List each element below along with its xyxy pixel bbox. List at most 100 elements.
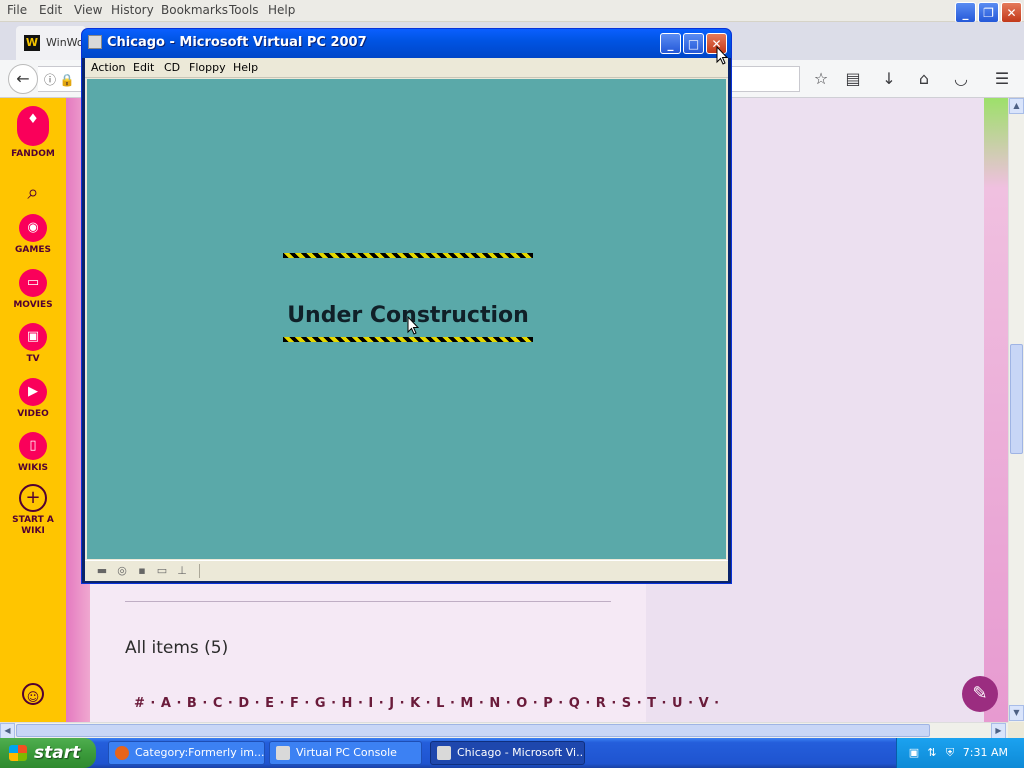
- network-icon[interactable]: ⊥: [175, 564, 189, 578]
- scroll-right-icon[interactable]: ▶: [991, 723, 1006, 739]
- taskbar-label-chicago: Chicago - Microsoft Vi...: [457, 746, 585, 759]
- firefox-menubar: File Edit View History Bookmarks Tools H…: [0, 0, 1024, 23]
- alphabet-index[interactable]: # · A · B · C · D · E · F · G · H · I · …: [134, 696, 720, 711]
- clock: 7:31 AM: [962, 746, 1008, 759]
- shared-folder-icon[interactable]: ▭: [155, 564, 169, 578]
- gamepad-icon: ◉: [19, 214, 47, 242]
- user-account-button[interactable]: ☺: [0, 683, 66, 705]
- fandom-brand-label: FANDOM: [11, 149, 55, 159]
- vm-cursor-icon: [407, 316, 419, 335]
- clapperboard-icon: ▭: [19, 269, 47, 297]
- close-icon[interactable]: ✕: [1001, 2, 1022, 23]
- cd-drive-icon[interactable]: ◎: [115, 564, 129, 578]
- rail-label-movies: MOVIES: [13, 300, 53, 310]
- reading-list-icon[interactable]: ▤: [843, 69, 863, 89]
- taskbar-label-firefox: Category:Formerly im...: [135, 746, 265, 759]
- vpc-menubar: Action Edit CD Floppy Help: [85, 58, 728, 78]
- rail-item-games[interactable]: ◉ GAMES: [0, 214, 66, 256]
- user-icon: ☺: [22, 683, 44, 705]
- scroll-corner: [1008, 722, 1024, 738]
- rail-item-tv[interactable]: ▣ TV: [0, 323, 66, 365]
- status-separator: [199, 564, 200, 578]
- start-a-wiki-label: START A WIKI: [12, 515, 54, 536]
- plus-icon: +: [19, 484, 47, 512]
- vpc-menu-help[interactable]: Help: [233, 61, 258, 74]
- rail-item-wikis[interactable]: ▯ WIKIS: [0, 432, 66, 474]
- menu-tools[interactable]: Tools: [229, 3, 259, 17]
- scroll-left-icon[interactable]: ◀: [0, 723, 15, 739]
- all-items-heading: All items (5): [125, 638, 229, 658]
- fandom-logo[interactable]: ♦ FANDOM: [0, 106, 66, 160]
- vpc-window-icon: [88, 35, 102, 49]
- wiki-favicon-icon: W: [24, 35, 40, 51]
- flame-icon: ♦: [17, 106, 49, 146]
- system-tray: ▣ ⇅ ⛨ 7:31 AM: [896, 738, 1024, 768]
- security-shield-icon[interactable]: ⛨: [943, 746, 957, 760]
- chicago-vm-icon: [437, 746, 451, 760]
- divider: [125, 601, 611, 602]
- tv-icon: ▣: [19, 323, 47, 351]
- vertical-scroll-thumb[interactable]: [1010, 344, 1023, 454]
- horizontal-scrollbar[interactable]: ◀ ▶: [0, 722, 1008, 739]
- horizontal-scroll-thumb[interactable]: [16, 724, 930, 737]
- rail-label-games: GAMES: [15, 245, 51, 255]
- tab-label: WinWo: [46, 36, 84, 49]
- scroll-down-icon[interactable]: ▼: [1009, 705, 1024, 721]
- pocket-icon[interactable]: ◡: [951, 69, 971, 89]
- vpc-menu-floppy[interactable]: Floppy: [189, 61, 226, 74]
- vertical-scrollbar[interactable]: ▲ ▼: [1008, 98, 1024, 722]
- taskbar-item-vpc-console[interactable]: Virtual PC Console: [269, 741, 422, 765]
- menu-help[interactable]: Help: [268, 3, 295, 17]
- info-icon[interactable]: ⓘ 🔒: [44, 71, 75, 88]
- wrench-tools-button[interactable]: ✎: [962, 676, 998, 712]
- menu-history[interactable]: History: [111, 3, 154, 17]
- taskbar: start Category:Formerly im... Virtual PC…: [0, 738, 1024, 768]
- vpc-menu-cd[interactable]: CD: [164, 61, 180, 74]
- mouse-cursor-icon: [716, 46, 728, 65]
- download-icon[interactable]: ↓: [879, 69, 899, 89]
- vpc-minimize-icon[interactable]: _: [660, 33, 681, 54]
- menu-edit[interactable]: Edit: [39, 3, 62, 17]
- taskbar-label-vpc-console: Virtual PC Console: [296, 746, 397, 759]
- vpc-maximize-icon[interactable]: □: [683, 33, 704, 54]
- browser-tab[interactable]: W WinWo: [16, 26, 86, 60]
- hard-disk-icon[interactable]: ▬: [95, 564, 109, 578]
- rail-item-movies[interactable]: ▭ MOVIES: [0, 269, 66, 311]
- start-button[interactable]: start: [0, 738, 96, 768]
- rail-item-video[interactable]: ▶ VIDEO: [0, 378, 66, 420]
- taskbar-item-chicago[interactable]: Chicago - Microsoft Vi...: [430, 741, 585, 765]
- start-a-wiki-button[interactable]: + START A WIKI: [0, 484, 66, 537]
- scroll-up-icon[interactable]: ▲: [1009, 98, 1024, 114]
- search-button[interactable]: ⌕: [0, 178, 66, 206]
- network-tray-icon[interactable]: ⇅: [925, 746, 939, 760]
- virtual-pc-window: Chicago - Microsoft Virtual PC 2007 _ □ …: [81, 28, 732, 584]
- firefox-icon: [115, 746, 129, 760]
- rail-label-tv: TV: [26, 354, 40, 364]
- hazard-stripe-bottom: [283, 337, 533, 342]
- vpc-menu-action[interactable]: Action: [91, 61, 125, 74]
- search-icon: ⌕: [27, 180, 39, 204]
- book-icon: ▯: [19, 432, 47, 460]
- vpc-menu-edit[interactable]: Edit: [133, 61, 154, 74]
- firefox-window-controls: _ ❐ ✕: [955, 2, 1022, 23]
- menu-view[interactable]: View: [74, 3, 102, 17]
- home-icon[interactable]: ⌂: [914, 69, 934, 89]
- play-icon: ▶: [19, 378, 47, 406]
- restore-icon[interactable]: ❐: [978, 2, 999, 23]
- url-bar-end[interactable]: [732, 66, 800, 92]
- vpc-console-icon: [276, 746, 290, 760]
- menu-file[interactable]: File: [7, 3, 27, 17]
- vpc-title: Chicago - Microsoft Virtual PC 2007: [107, 35, 367, 50]
- menu-bookmarks[interactable]: Bookmarks: [161, 3, 228, 17]
- fandom-sidebar: ♦ FANDOM ⌕ ◉ GAMES ▭ MOVIES ▣ TV ▶ VIDEO…: [0, 98, 66, 722]
- windows-flag-icon: [9, 745, 27, 761]
- taskbar-item-firefox[interactable]: Category:Formerly im...: [108, 741, 265, 765]
- vpc-titlebar[interactable]: Chicago - Microsoft Virtual PC 2007 _ □ …: [82, 29, 731, 58]
- back-button[interactable]: ←: [8, 64, 38, 94]
- wiki-background-art-right: [984, 98, 1008, 722]
- bookmark-star-icon[interactable]: ☆: [811, 69, 831, 89]
- minimize-icon[interactable]: _: [955, 2, 976, 23]
- floppy-icon[interactable]: ▪: [135, 564, 149, 578]
- hamburger-menu-icon[interactable]: ☰: [992, 69, 1012, 89]
- vpc-tray-icon[interactable]: ▣: [907, 746, 921, 760]
